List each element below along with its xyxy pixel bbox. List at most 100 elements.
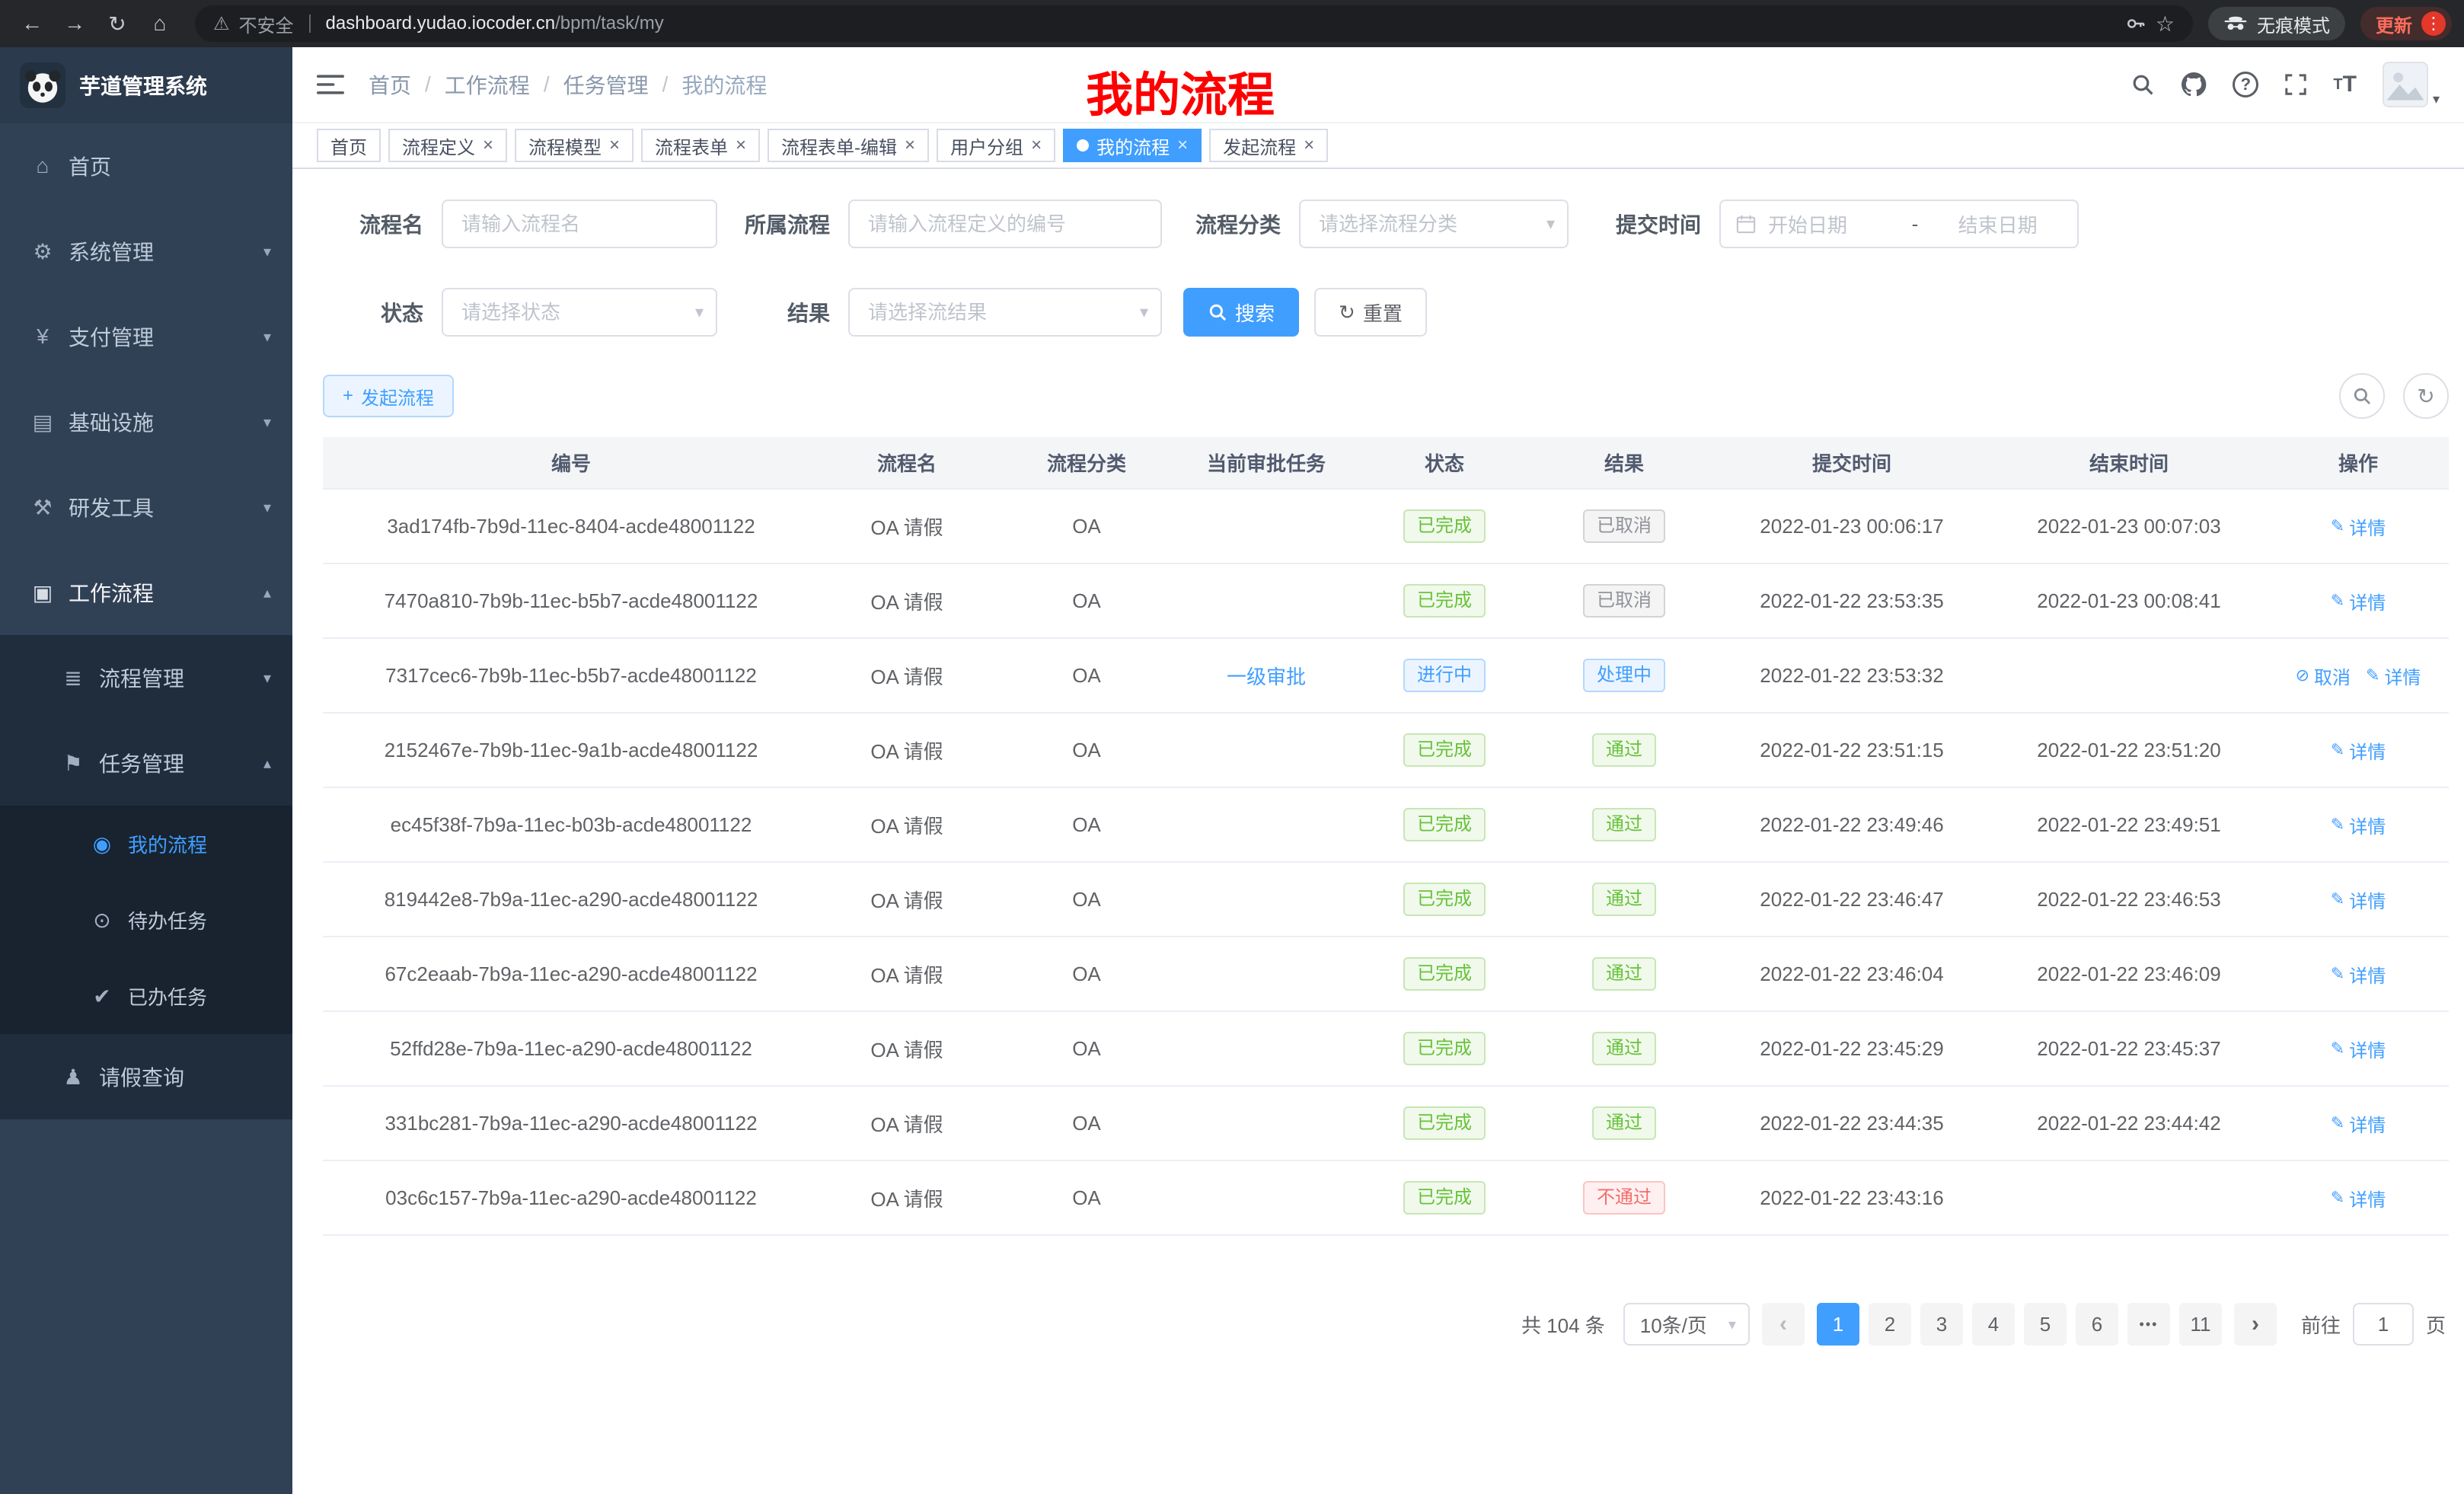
detail-action-link[interactable]: ✎详情 bbox=[2331, 961, 2386, 988]
cancel-action-link[interactable]: ⊘取消 bbox=[2296, 662, 2351, 689]
detail-action-link[interactable]: ✎详情 bbox=[2331, 737, 2386, 764]
submit-time-range-picker[interactable]: 开始日期 - 结束日期 bbox=[1719, 200, 2079, 248]
forward-button[interactable]: → bbox=[55, 5, 94, 42]
cell-category: OA bbox=[994, 713, 1179, 787]
start-date-placeholder[interactable]: 开始日期 bbox=[1765, 210, 1897, 238]
close-icon[interactable]: × bbox=[905, 136, 915, 155]
bookmark-star-icon[interactable]: ☆ bbox=[2156, 11, 2175, 37]
search-icon[interactable] bbox=[2130, 72, 2155, 97]
detail-action-link[interactable]: ✎详情 bbox=[2331, 1185, 2386, 1211]
reload-button[interactable]: ↻ bbox=[97, 5, 137, 42]
help-icon[interactable]: ? bbox=[2233, 72, 2258, 97]
avatar[interactable]: ▾ bbox=[2383, 62, 2440, 107]
process-name-input[interactable] bbox=[442, 200, 717, 248]
sidebar-item-todo-task[interactable]: ⊙待办任务 bbox=[0, 882, 292, 958]
sidebar-item-system[interactable]: ⚙系统管理▾ bbox=[0, 209, 292, 294]
sidebar-item-done-task[interactable]: ✔已办任务 bbox=[0, 958, 292, 1034]
sidebar-item-devtools[interactable]: ⚒研发工具▾ bbox=[0, 464, 292, 550]
page-button[interactable]: 4 bbox=[1972, 1303, 2015, 1346]
goto-label: 前往 bbox=[2301, 1310, 2341, 1339]
close-icon[interactable]: × bbox=[483, 136, 493, 155]
back-button[interactable]: ← bbox=[12, 5, 52, 42]
process-definition-input[interactable] bbox=[848, 200, 1162, 248]
end-date-placeholder[interactable]: 结束日期 bbox=[1933, 210, 2062, 238]
status-select[interactable] bbox=[442, 288, 717, 337]
breadcrumb-item[interactable]: 首页 bbox=[369, 69, 411, 100]
sidebar-item-label: 支付管理 bbox=[69, 321, 154, 352]
tab-process-definition[interactable]: 流程定义× bbox=[388, 129, 507, 162]
cell-category: OA bbox=[994, 862, 1179, 937]
tab-user-group[interactable]: 用户分组× bbox=[937, 129, 1055, 162]
cell-status: 已完成 bbox=[1354, 1086, 1535, 1160]
detail-action-link[interactable]: ✎详情 bbox=[2331, 1036, 2386, 1062]
detail-action-link[interactable]: ✎详情 bbox=[2331, 886, 2386, 913]
result-badge: 通过 bbox=[1592, 1032, 1656, 1065]
page-button[interactable]: 3 bbox=[1920, 1303, 1963, 1346]
page-size-select[interactable]: 10条/页 ▾ bbox=[1623, 1303, 1750, 1346]
sidebar-item-my-process[interactable]: ◉我的流程 bbox=[0, 806, 292, 882]
reset-button[interactable]: ↻ 重置 bbox=[1314, 288, 1427, 337]
key-icon[interactable] bbox=[2125, 13, 2146, 34]
close-icon[interactable]: × bbox=[609, 136, 620, 155]
sidebar-item-task-management[interactable]: ⚑任务管理▴ bbox=[0, 720, 292, 806]
sidebar-item-home[interactable]: ⌂首页 bbox=[0, 123, 292, 209]
tab-process-form[interactable]: 流程表单× bbox=[641, 129, 760, 162]
update-button[interactable]: 更新 ⋮ bbox=[2360, 7, 2452, 40]
sidebar-item-process-management[interactable]: ≣流程管理▾ bbox=[0, 635, 292, 720]
start-process-button[interactable]: + 发起流程 bbox=[323, 375, 454, 417]
sidebar-item-label: 首页 bbox=[69, 151, 111, 181]
detail-action-link[interactable]: ✎详情 bbox=[2331, 513, 2386, 540]
close-icon[interactable]: × bbox=[1177, 136, 1188, 155]
process-category-select[interactable] bbox=[1299, 200, 1569, 248]
page-button[interactable]: 11 bbox=[2179, 1303, 2222, 1346]
toggle-search-button[interactable] bbox=[2339, 373, 2385, 419]
next-page-button[interactable]: › bbox=[2234, 1303, 2277, 1346]
tab-process-form-edit[interactable]: 流程表单-编辑× bbox=[768, 129, 929, 162]
refresh-table-button[interactable]: ↻ bbox=[2403, 373, 2449, 419]
tab-my-process[interactable]: 我的流程× bbox=[1063, 129, 1202, 162]
tab-home[interactable]: 首页 bbox=[317, 129, 381, 162]
breadcrumb-item[interactable]: 任务管理 bbox=[563, 69, 649, 100]
sidebar-item-workflow[interactable]: ▣工作流程▴ bbox=[0, 550, 292, 635]
browser-home-button[interactable]: ⌂ bbox=[140, 5, 180, 42]
sidebar-item-leave-query[interactable]: ♟请假查询 bbox=[0, 1034, 292, 1119]
search-button[interactable]: 搜索 bbox=[1183, 288, 1299, 337]
tab-process-model[interactable]: 流程模型× bbox=[515, 129, 634, 162]
detail-action-link[interactable]: ✎详情 bbox=[2366, 662, 2421, 689]
sidebar-item-infrastructure[interactable]: ▤基础设施▾ bbox=[0, 379, 292, 464]
tab-label: 发起流程 bbox=[1223, 132, 1296, 159]
cell-result: 通过 bbox=[1535, 937, 1713, 1011]
tab-start-process[interactable]: 发起流程 × bbox=[1209, 129, 1328, 162]
edit-icon: ✎ bbox=[2331, 516, 2344, 536]
sidebar-item-payment[interactable]: ¥支付管理▾ bbox=[0, 294, 292, 379]
browser-menu-icon[interactable]: ⋮ bbox=[2421, 11, 2446, 36]
cell-category: OA bbox=[994, 1160, 1179, 1235]
column-header: 编号 bbox=[323, 437, 819, 489]
address-bar[interactable]: ⚠ 不安全 dashboard.yudao.iocoder.cn/bpm/tas… bbox=[195, 5, 2193, 42]
detail-action-link[interactable]: ✎详情 bbox=[2331, 812, 2386, 838]
detail-action-link[interactable]: ✎详情 bbox=[2331, 588, 2386, 615]
page-size-value: 10条/页 bbox=[1640, 1310, 1707, 1339]
page-button[interactable]: 2 bbox=[1869, 1303, 1911, 1346]
incognito-label: 无痕模式 bbox=[2257, 11, 2330, 37]
sidebar-item-label: 工作流程 bbox=[69, 577, 154, 608]
pagination-more-button[interactable]: ••• bbox=[2127, 1303, 2170, 1346]
fullscreen-icon[interactable] bbox=[2284, 73, 2307, 96]
current-task-link[interactable]: 一级审批 bbox=[1227, 666, 1306, 688]
prev-page-button[interactable]: ‹ bbox=[1762, 1303, 1805, 1346]
cell-process-name: OA 请假 bbox=[819, 1011, 994, 1086]
result-select[interactable] bbox=[848, 288, 1162, 337]
github-icon[interactable] bbox=[2181, 72, 2207, 97]
goto-page-input[interactable] bbox=[2353, 1303, 2414, 1346]
close-icon[interactable]: × bbox=[1031, 136, 1042, 155]
breadcrumb-item[interactable]: 工作流程 bbox=[445, 69, 530, 100]
page-button[interactable]: 6 bbox=[2076, 1303, 2118, 1346]
page-button[interactable]: 1 bbox=[1817, 1303, 1859, 1346]
detail-action-link[interactable]: ✎详情 bbox=[2331, 1110, 2386, 1137]
page-button[interactable]: 5 bbox=[2024, 1303, 2067, 1346]
hamburger-icon[interactable] bbox=[317, 73, 344, 96]
font-size-icon[interactable]: TT bbox=[2333, 72, 2357, 97]
cell-end-time: 2022-01-22 23:51:20 bbox=[1990, 713, 2268, 787]
close-icon[interactable]: × bbox=[736, 136, 746, 155]
close-icon[interactable]: × bbox=[1304, 136, 1314, 155]
